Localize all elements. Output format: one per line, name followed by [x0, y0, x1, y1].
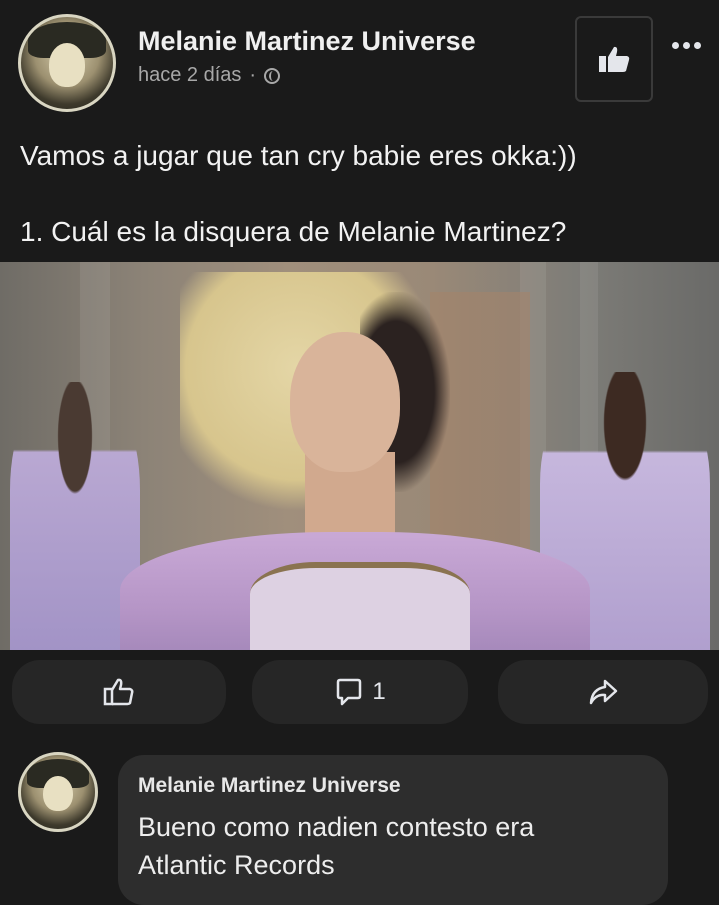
more-dot	[693, 41, 701, 49]
like-button[interactable]	[12, 660, 226, 724]
share-icon	[589, 679, 618, 705]
more-dot	[682, 41, 690, 49]
avatar-face	[43, 775, 73, 812]
post-meta: hace 2 días ·	[138, 64, 281, 87]
post-photo[interactable]	[0, 262, 719, 650]
page-name-link[interactable]: Melanie Martinez Universe	[138, 26, 476, 57]
comment-button[interactable]: 1	[252, 660, 468, 724]
thumbs-up-icon	[103, 678, 134, 706]
share-button[interactable]	[498, 660, 708, 724]
page-avatar[interactable]	[18, 14, 116, 112]
meta-separator: ·	[249, 64, 257, 86]
comment-icon	[337, 678, 362, 706]
comment-count: 1	[372, 678, 386, 705]
comment-author-avatar[interactable]	[18, 752, 98, 832]
photo-face	[290, 332, 400, 472]
comment-author-name[interactable]: Melanie Martinez Universe	[138, 774, 401, 798]
photo-bodice	[250, 562, 470, 650]
thumbs-up-icon	[599, 46, 630, 72]
avatar-face	[48, 42, 86, 87]
more-dot	[671, 41, 679, 49]
post-timestamp[interactable]: hace 2 días	[138, 64, 241, 87]
post-text-line: Vamos a jugar que tan cry babie eres okk…	[20, 140, 577, 171]
globe-icon	[264, 67, 281, 84]
like-page-button[interactable]	[575, 16, 653, 102]
comment-text-line: Bueno como nadien contesto era	[138, 812, 535, 842]
comment-text-line: Atlantic Records	[138, 850, 335, 880]
post-text-line: 1. Cuál es la disquera de Melanie Martin…	[20, 216, 567, 247]
more-options-button[interactable]	[664, 30, 708, 60]
